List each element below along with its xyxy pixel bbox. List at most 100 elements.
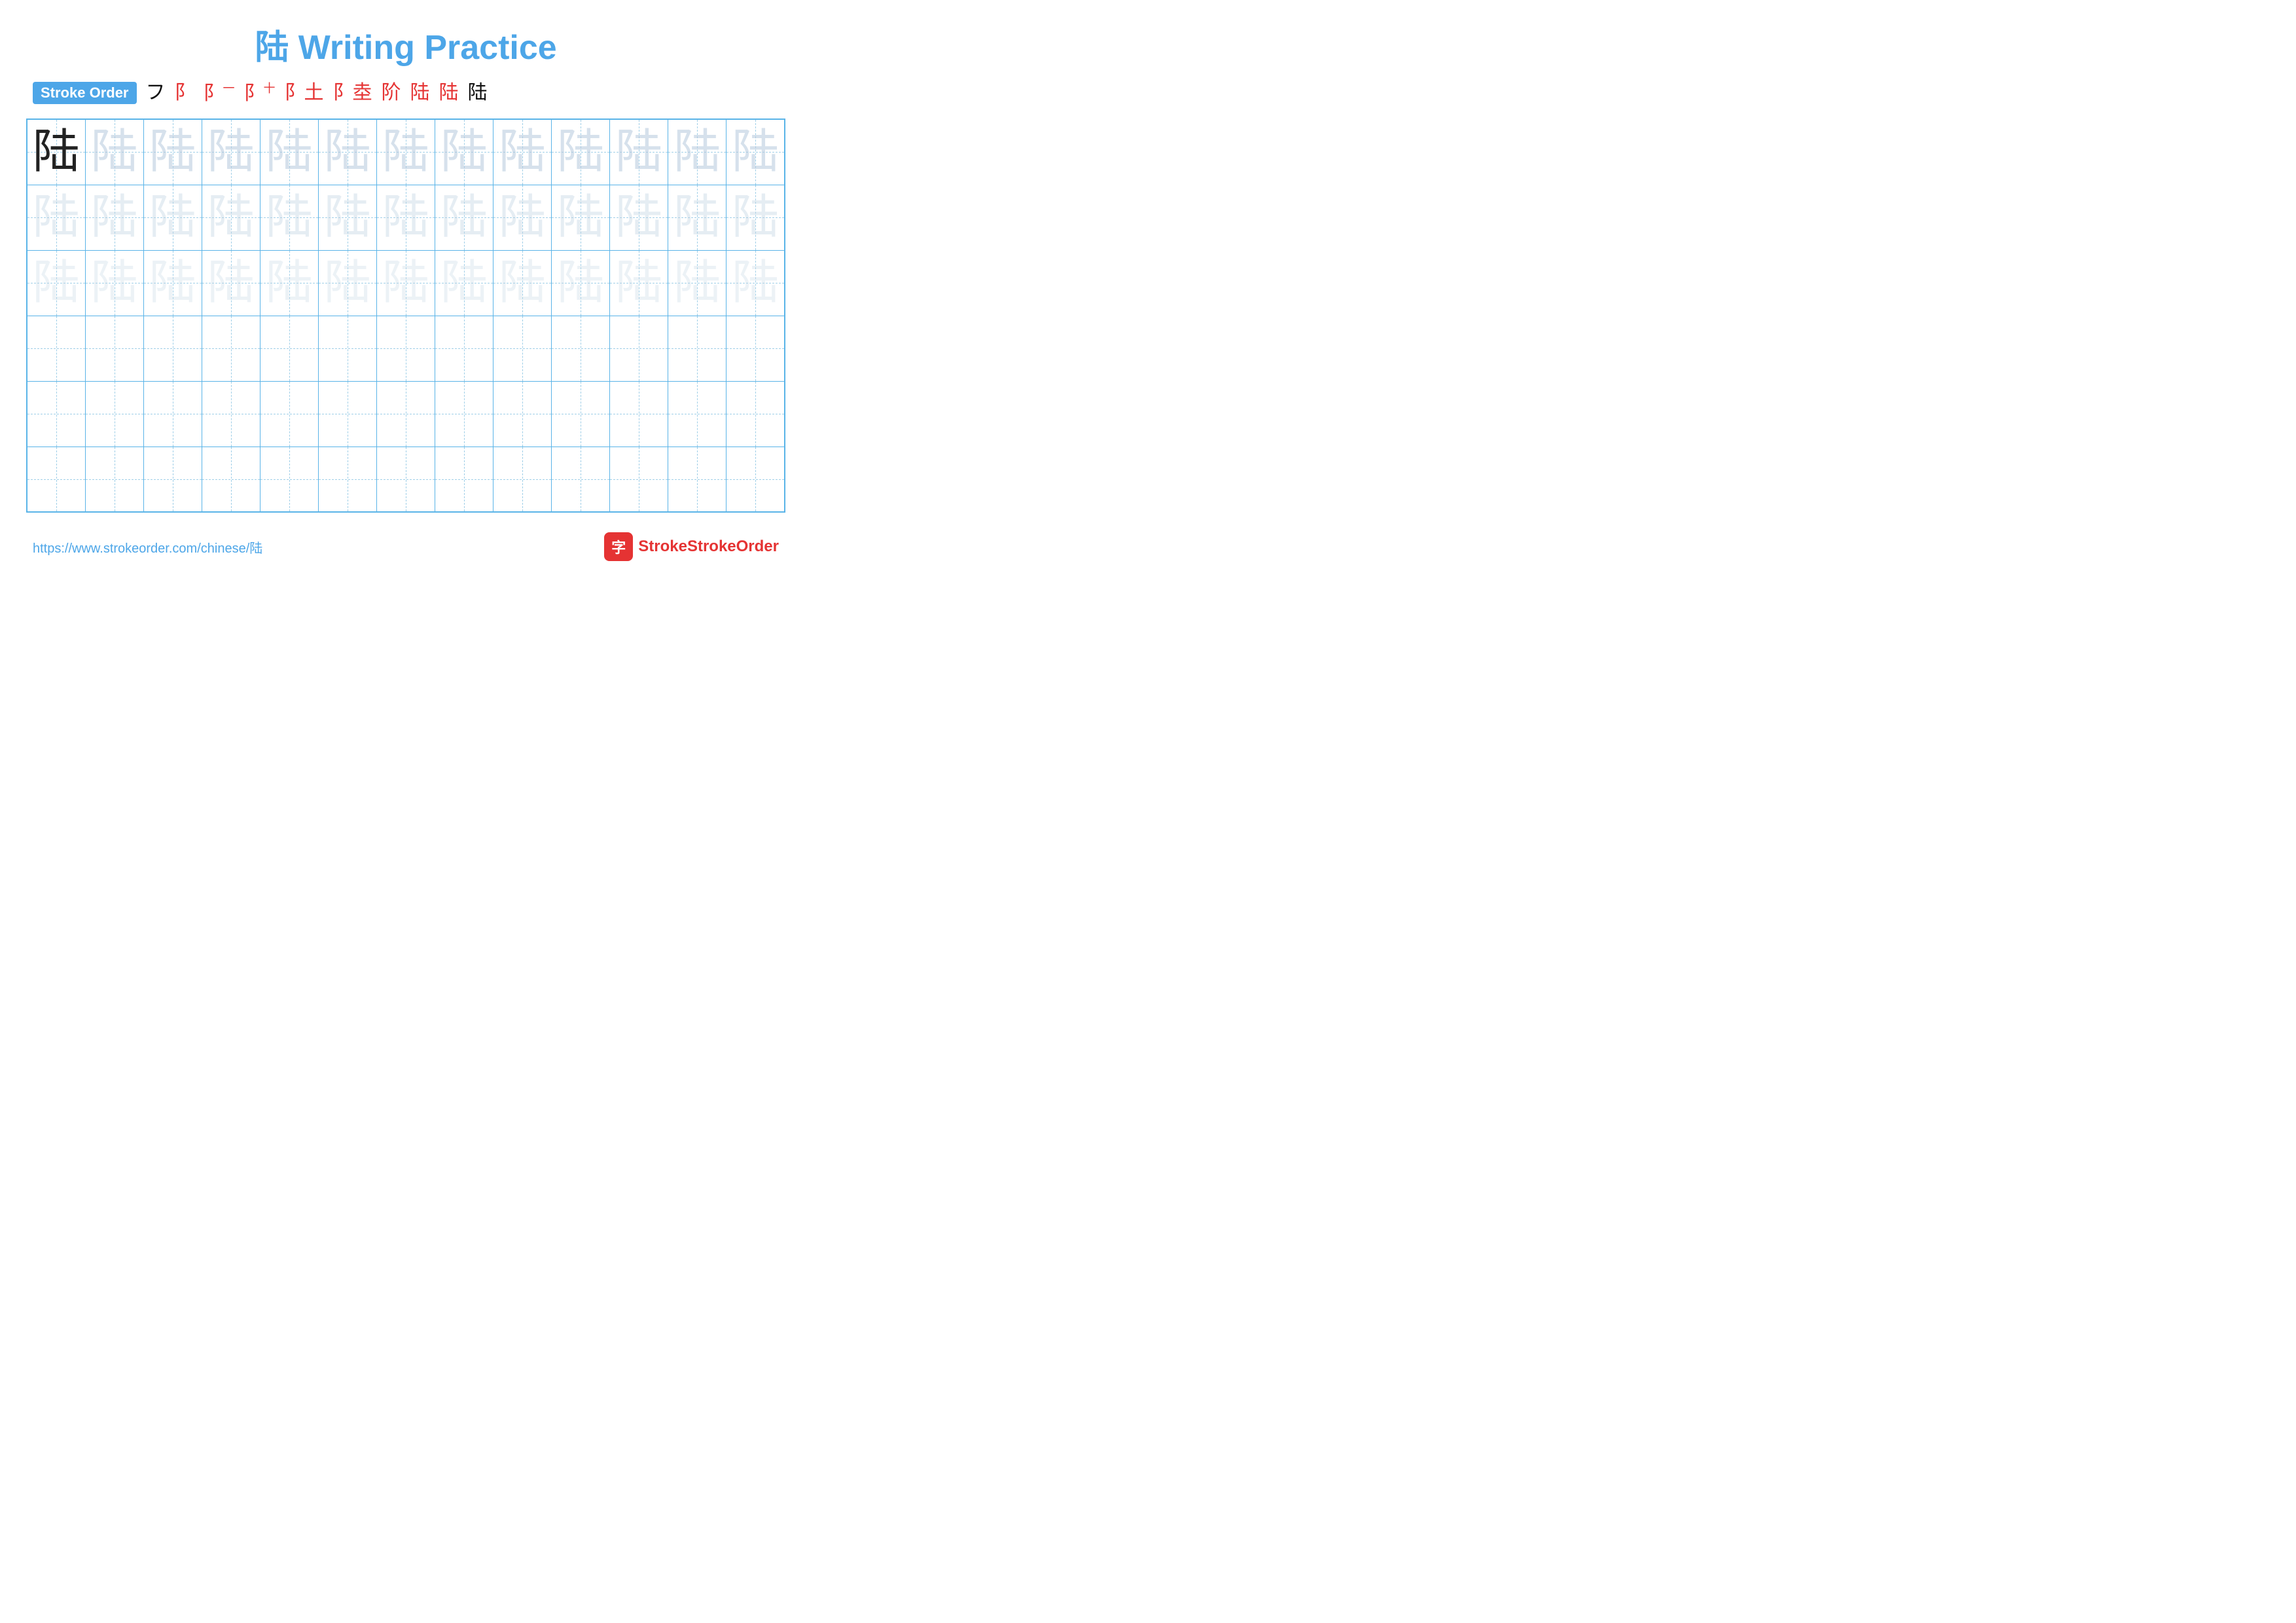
grid-cell-4-9[interactable] [493, 316, 552, 381]
grid-cell-3-7[interactable]: 陆 [376, 250, 435, 316]
grid-cell-1-9[interactable]: 陆 [493, 119, 552, 185]
logo-text: StrokeStrokeOrder [638, 538, 779, 556]
grid-cell-1-8[interactable]: 陆 [435, 119, 493, 185]
grid-cell-2-9[interactable]: 陆 [493, 185, 552, 250]
stroke-step-2: 阝 [175, 83, 194, 103]
grid-cell-1-4[interactable]: 陆 [202, 119, 260, 185]
grid-cell-2-2[interactable]: 陆 [85, 185, 143, 250]
grid-cell-3-2[interactable]: 陆 [85, 250, 143, 316]
grid-cell-6-8[interactable] [435, 447, 493, 512]
grid-cell-5-9[interactable] [493, 381, 552, 447]
footer-logo: 字 StrokeStrokeOrder [604, 532, 779, 561]
grid-cell-3-12[interactable]: 陆 [668, 250, 726, 316]
grid-cell-2-3[interactable]: 陆 [143, 185, 202, 250]
grid-cell-1-7[interactable]: 陆 [376, 119, 435, 185]
grid-cell-1-3[interactable]: 陆 [143, 119, 202, 185]
stroke-step-1: フ [146, 83, 166, 103]
grid-cell-6-2[interactable] [85, 447, 143, 512]
grid-cell-6-11[interactable] [610, 447, 668, 512]
grid-cell-1-11[interactable]: 陆 [610, 119, 668, 185]
grid-cell-5-13[interactable] [726, 381, 785, 447]
grid-cell-4-12[interactable] [668, 316, 726, 381]
grid-cell-1-2[interactable]: 陆 [85, 119, 143, 185]
grid-cell-3-5[interactable]: 陆 [260, 250, 318, 316]
grid-cell-5-12[interactable] [668, 381, 726, 447]
char-dark: 陆 [33, 126, 80, 178]
grid-cell-5-11[interactable] [610, 381, 668, 447]
grid-cell-2-12[interactable]: 陆 [668, 185, 726, 250]
stroke-step-7: 阶 [382, 83, 401, 103]
grid-row-1: 陆 陆 陆 陆 陆 陆 陆 陆 陆 陆 陆 陆 陆 [27, 119, 785, 185]
grid-cell-6-5[interactable] [260, 447, 318, 512]
grid-cell-2-5[interactable]: 陆 [260, 185, 318, 250]
grid-cell-2-7[interactable]: 陆 [376, 185, 435, 250]
grid-cell-5-1[interactable] [27, 381, 85, 447]
grid-cell-2-4[interactable]: 陆 [202, 185, 260, 250]
grid-cell-1-13[interactable]: 陆 [726, 119, 785, 185]
grid-cell-1-1[interactable]: 陆 [27, 119, 85, 185]
logo-icon: 字 [604, 532, 633, 561]
stroke-order-badge: Stroke Order [33, 82, 137, 104]
grid-cell-3-13[interactable]: 陆 [726, 250, 785, 316]
grid-cell-4-8[interactable] [435, 316, 493, 381]
grid-cell-4-11[interactable] [610, 316, 668, 381]
grid-cell-6-1[interactable] [27, 447, 85, 512]
grid-row-6 [27, 447, 785, 512]
grid-cell-4-7[interactable] [376, 316, 435, 381]
grid-cell-5-4[interactable] [202, 381, 260, 447]
footer-url[interactable]: https://www.strokeorder.com/chinese/陆 [33, 538, 262, 556]
stroke-step-6: 阝坴 [333, 83, 372, 103]
grid-cell-4-4[interactable] [202, 316, 260, 381]
grid-cell-5-2[interactable] [85, 381, 143, 447]
grid-cell-6-10[interactable] [552, 447, 610, 512]
stroke-step-5: 阝土 [285, 83, 324, 103]
grid-cell-4-10[interactable] [552, 316, 610, 381]
grid-cell-6-3[interactable] [143, 447, 202, 512]
grid-cell-2-11[interactable]: 陆 [610, 185, 668, 250]
grid-cell-5-8[interactable] [435, 381, 493, 447]
grid-cell-5-7[interactable] [376, 381, 435, 447]
stroke-step-9: 陆 [439, 83, 459, 103]
grid-cell-6-9[interactable] [493, 447, 552, 512]
grid-cell-3-4[interactable]: 陆 [202, 250, 260, 316]
grid-cell-3-11[interactable]: 陆 [610, 250, 668, 316]
practice-grid: 陆 陆 陆 陆 陆 陆 陆 陆 陆 陆 陆 陆 陆 陆 陆 陆 陆 陆 陆 陆 … [26, 119, 785, 513]
stroke-step-10: 陆 [468, 83, 488, 103]
grid-cell-6-12[interactable] [668, 447, 726, 512]
grid-cell-2-1[interactable]: 陆 [27, 185, 85, 250]
grid-cell-5-6[interactable] [318, 381, 376, 447]
grid-cell-1-10[interactable]: 陆 [552, 119, 610, 185]
grid-cell-1-12[interactable]: 陆 [668, 119, 726, 185]
grid-cell-2-6[interactable]: 陆 [318, 185, 376, 250]
grid-cell-4-5[interactable] [260, 316, 318, 381]
grid-row-4 [27, 316, 785, 381]
grid-cell-2-13[interactable]: 陆 [726, 185, 785, 250]
stroke-order-row: Stroke Order フ 阝 阝一 阝十 阝土 阝坴 阶 陆 陆 陆 [26, 82, 785, 104]
grid-cell-4-6[interactable] [318, 316, 376, 381]
stroke-step-8: 陆 [410, 83, 430, 103]
grid-cell-4-1[interactable] [27, 316, 85, 381]
grid-cell-1-5[interactable]: 陆 [260, 119, 318, 185]
grid-cell-4-2[interactable] [85, 316, 143, 381]
grid-cell-3-3[interactable]: 陆 [143, 250, 202, 316]
footer: https://www.strokeorder.com/chinese/陆 字 … [26, 532, 785, 561]
grid-cell-1-6[interactable]: 陆 [318, 119, 376, 185]
grid-cell-3-1[interactable]: 陆 [27, 250, 85, 316]
grid-cell-6-4[interactable] [202, 447, 260, 512]
grid-cell-6-7[interactable] [376, 447, 435, 512]
grid-cell-5-5[interactable] [260, 381, 318, 447]
grid-cell-4-13[interactable] [726, 316, 785, 381]
grid-cell-5-10[interactable] [552, 381, 610, 447]
grid-cell-5-3[interactable] [143, 381, 202, 447]
grid-cell-2-10[interactable]: 陆 [552, 185, 610, 250]
grid-cell-2-8[interactable]: 陆 [435, 185, 493, 250]
grid-cell-6-6[interactable] [318, 447, 376, 512]
grid-cell-6-13[interactable] [726, 447, 785, 512]
grid-cell-3-8[interactable]: 陆 [435, 250, 493, 316]
grid-cell-4-3[interactable] [143, 316, 202, 381]
grid-cell-3-6[interactable]: 陆 [318, 250, 376, 316]
grid-cell-3-9[interactable]: 陆 [493, 250, 552, 316]
grid-cell-3-10[interactable]: 陆 [552, 250, 610, 316]
grid-row-2: 陆 陆 陆 陆 陆 陆 陆 陆 陆 陆 陆 陆 陆 [27, 185, 785, 250]
page-title: 陆 Writing Practice [26, 20, 785, 69]
